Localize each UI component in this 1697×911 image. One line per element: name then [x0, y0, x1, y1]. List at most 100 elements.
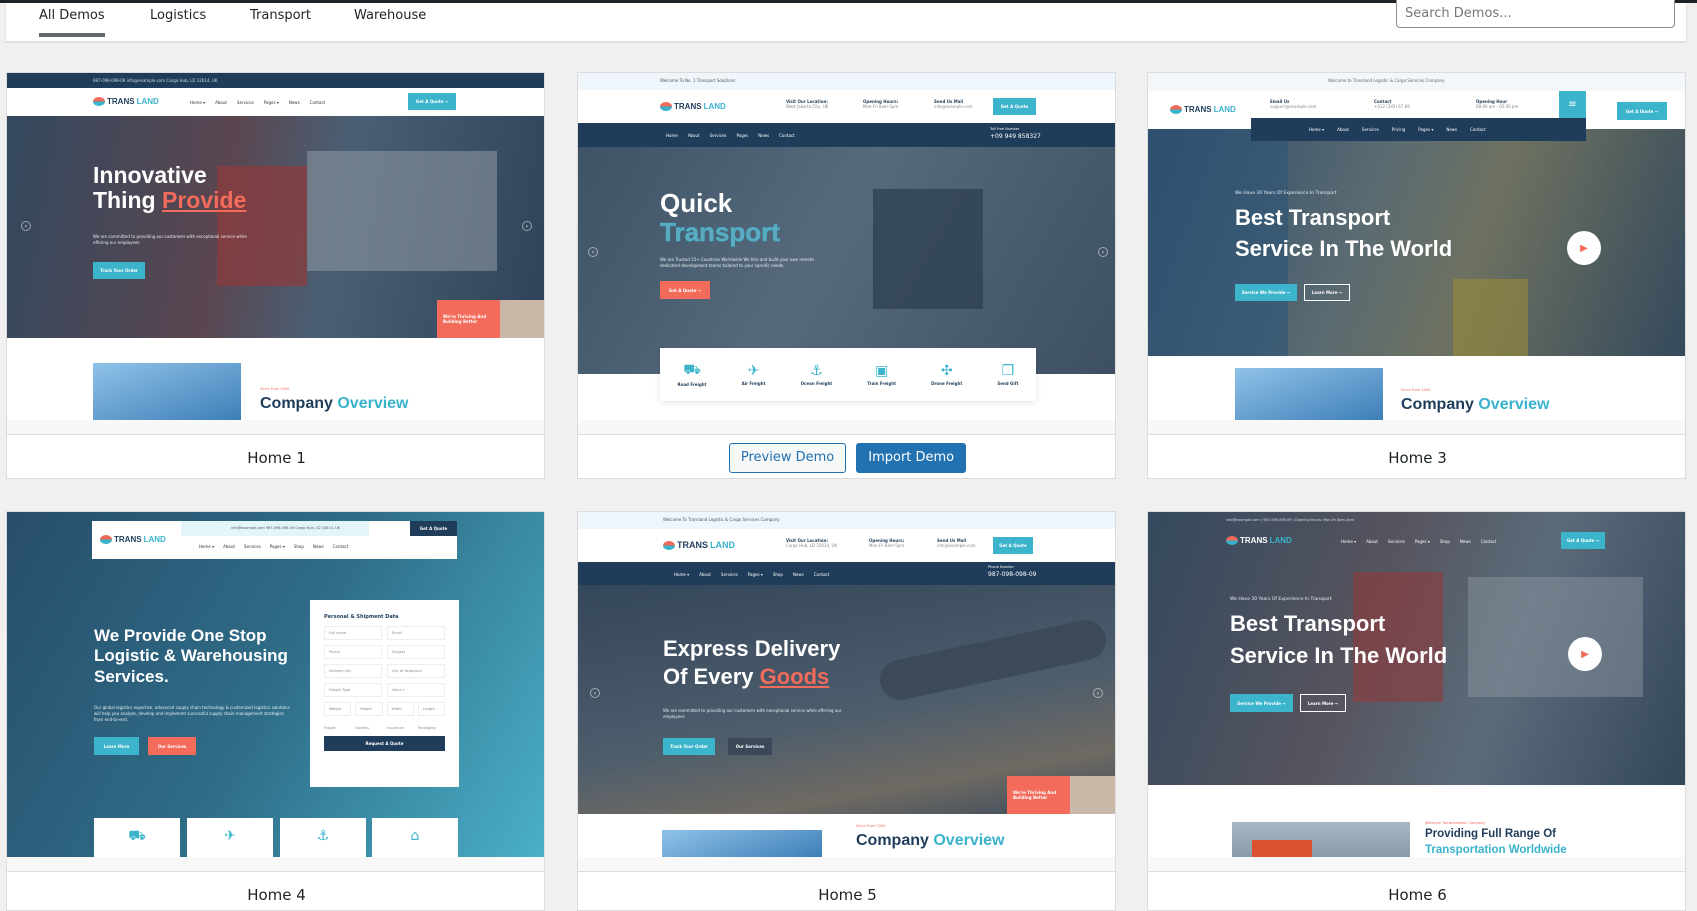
- warehouse-icon: ⌂: [372, 818, 458, 857]
- demo-preview[interactable]: Welcome to Transland Logistic & Cargo Se…: [1148, 73, 1685, 420]
- get-quote-button: Get A Quote: [410, 521, 457, 536]
- preview-topbar: 987-098-098-09 info@example.com Cargo Hu…: [7, 73, 544, 88]
- demo-card-home-6[interactable]: info@example.com | 987-098-098-09 | Open…: [1147, 511, 1686, 911]
- road-freight: ⛟ Road Freight: [677, 362, 707, 387]
- truck-thumb: [500, 300, 544, 338]
- service-button: Service We Provide →: [1235, 284, 1297, 301]
- hero-title: Best Transport Service In The World: [1235, 205, 1453, 261]
- preview-navbar: Home ▾ About Services Pricing Pages ▾ News Con…: [1251, 118, 1586, 141]
- hero-title: Innovative Thing Provide: [93, 162, 247, 214]
- preview-navbar: Home About Services Pages News Contact Toll F…: [578, 123, 1115, 147]
- since-label: Welcome Transportation Company: [1425, 821, 1486, 825]
- tab-transport[interactable]: Transport: [250, 8, 311, 33]
- demo-name: Home 3: [1388, 448, 1447, 467]
- menu-icon: ≡: [1559, 91, 1586, 118]
- prev-arrow-icon: ‹: [21, 221, 31, 231]
- preview-header: TRANS LAND Visit Our Location: Cargo Hub, …: [578, 529, 1115, 562]
- hero-banner: Quick Transport We are Trusted 15+ Countr…: [578, 147, 1115, 374]
- next-arrow-icon: ›: [1098, 247, 1108, 257]
- shipment-form: Personal & Shipment Data Full name Email …: [310, 600, 459, 787]
- preview-demo-button[interactable]: Preview Demo: [728, 442, 847, 473]
- hero-tagline: We Have 30 Years Of Experience In Transp…: [1235, 191, 1337, 196]
- preview-topbar: Welcome To Transland Logistic & Cargo Se…: [578, 512, 1115, 529]
- plane-image: [93, 363, 241, 420]
- prev-arrow-icon: ‹: [588, 247, 598, 257]
- hero-banner: Innovative Thing Provide We are committed…: [7, 116, 544, 338]
- learn-more-button: Learn More →: [1304, 284, 1350, 301]
- learn-more-button: Learn More: [94, 737, 139, 755]
- get-quote-button: Get A Quote: [993, 537, 1033, 554]
- demo-name: Home 6: [1388, 885, 1447, 904]
- service-button: Service We Provide →: [1230, 694, 1293, 712]
- demo-name: Home 5: [818, 885, 877, 904]
- card-footer: Home 1: [7, 434, 544, 478]
- tab-all-demos[interactable]: All Demos: [39, 8, 105, 37]
- search-demos-input[interactable]: [1396, 0, 1675, 28]
- demo-card-home-4[interactable]: TRANS LAND info@example.com 987-098-098-0…: [6, 511, 545, 911]
- track-order-button: Track Your Order: [663, 738, 715, 755]
- demo-card-home-5[interactable]: Welcome To Transland Logistic & Cargo Se…: [577, 511, 1116, 911]
- learn-more-button: Learn More →: [1300, 694, 1346, 712]
- section-title-line1: Providing Full Range Of: [1425, 828, 1556, 840]
- demo-card-home-1[interactable]: 987-098-098-09 info@example.com Cargo Hu…: [6, 72, 545, 479]
- info-location: Visit Our Location: West Jakarta City, UK: [786, 99, 829, 109]
- preview-nav: Home ▾ About Services Pages ▾ News Contact: [190, 100, 326, 105]
- trailer-image: [307, 151, 497, 271]
- plane-image: [1235, 368, 1383, 420]
- preview-topbar: info@example.com | 987-098-098-09 | Open…: [1226, 518, 1355, 522]
- preview-header: TRANS LAND Visit Our Location: West Jakart…: [578, 90, 1115, 123]
- demo-preview[interactable]: Welcome To No. 1 Transport Solutions TRA…: [578, 73, 1115, 420]
- section-image: [662, 830, 822, 857]
- preview-navbar: Home ▾ About Services Pages ▾ Shop News Contac…: [578, 562, 1115, 585]
- hero-banner: info@example.com | 987-098-098-09 | Open…: [1148, 512, 1685, 785]
- tab-logistics[interactable]: Logistics: [150, 8, 206, 33]
- hero-banner: We Have 30 Years Of Experience In Transp…: [1148, 129, 1685, 356]
- transland-logo: TRANS LAND: [1170, 105, 1236, 114]
- card-footer: Home 5: [578, 871, 1115, 910]
- section-title: Company Overview: [260, 395, 409, 412]
- get-quote-button: Get A Quote: [993, 98, 1036, 115]
- demo-name: Home 1: [247, 448, 306, 467]
- get-quote-button: Get A Quote →: [1561, 532, 1605, 549]
- hero-title: We Provide One Stop Logistic & Warehousin…: [94, 626, 288, 686]
- hero-title: Quick Transport: [660, 188, 781, 247]
- badge: We're Thriving And Building Better: [1007, 776, 1070, 814]
- services-strip: ⛟ Road Freight ✈ Air Freight ⚓ Ocean Freigh…: [660, 348, 1036, 401]
- tab-warehouse[interactable]: Warehouse: [354, 8, 426, 33]
- our-services-button: Our Services: [728, 738, 772, 755]
- next-arrow-icon: ›: [522, 221, 532, 231]
- section-title: Company Overview: [1401, 396, 1550, 413]
- send-gift: ❒ Send Gift: [997, 363, 1019, 386]
- badge: We're Thriving And Building Better: [437, 300, 500, 338]
- play-icon: ▶: [1567, 231, 1601, 265]
- preview-header: TRANS LAND info@example.com 987-098-098-0…: [92, 521, 457, 559]
- demo-card-home-3[interactable]: Welcome to Transland Logistic & Cargo Se…: [1147, 72, 1686, 479]
- truck-image: [873, 189, 983, 309]
- section-title-line2: Transportation Worldwide: [1425, 844, 1567, 856]
- import-demo-button[interactable]: Import Demo: [856, 442, 967, 473]
- info-hours: Opening Hour 08:00 am - 05:00 pm: [1476, 99, 1519, 109]
- hero-text: We are Trusted 15+ Countries Worldwide W…: [660, 257, 814, 268]
- demo-preview[interactable]: 987-098-098-09 info@example.com Cargo Hu…: [7, 73, 544, 420]
- airplane-image: [876, 616, 1110, 704]
- info-mail: Send Us Mail info@example.com: [934, 99, 973, 109]
- transland-logo: TRANS LAND: [660, 102, 726, 111]
- prev-arrow-icon: ‹: [590, 688, 600, 698]
- card-footer: Home 6: [1148, 871, 1685, 910]
- demo-card-home-2[interactable]: Welcome To No. 1 Transport Solutions TRA…: [577, 72, 1116, 479]
- get-quote-button: Get A Quote →: [408, 93, 456, 110]
- hero-text: Our global logistics expertise, advanced…: [94, 705, 290, 722]
- demo-preview[interactable]: Welcome To Transland Logistic & Cargo Se…: [578, 512, 1115, 857]
- transland-logo: TRANS LAND: [100, 535, 166, 544]
- demo-preview[interactable]: TRANS LAND info@example.com 987-098-098-0…: [7, 512, 544, 857]
- get-quote-hero-button: Get A Quote →: [660, 281, 710, 299]
- info-email: Email Us support@example.com: [1270, 99, 1317, 109]
- info-hours: Opening Hours: Mon-Fri 8am-5pm: [869, 538, 905, 548]
- since-label: Since From 2000: [856, 824, 886, 828]
- demo-preview[interactable]: info@example.com | 987-098-098-09 | Open…: [1148, 512, 1685, 857]
- hero-tagline: We Have 30 Years Of Experience In Transp…: [1230, 597, 1332, 602]
- air-freight: ✈ Air Freight: [741, 363, 766, 386]
- trailer-image: [1468, 577, 1643, 697]
- section-title: Company Overview: [856, 832, 1005, 849]
- truck-thumb: [1070, 776, 1115, 814]
